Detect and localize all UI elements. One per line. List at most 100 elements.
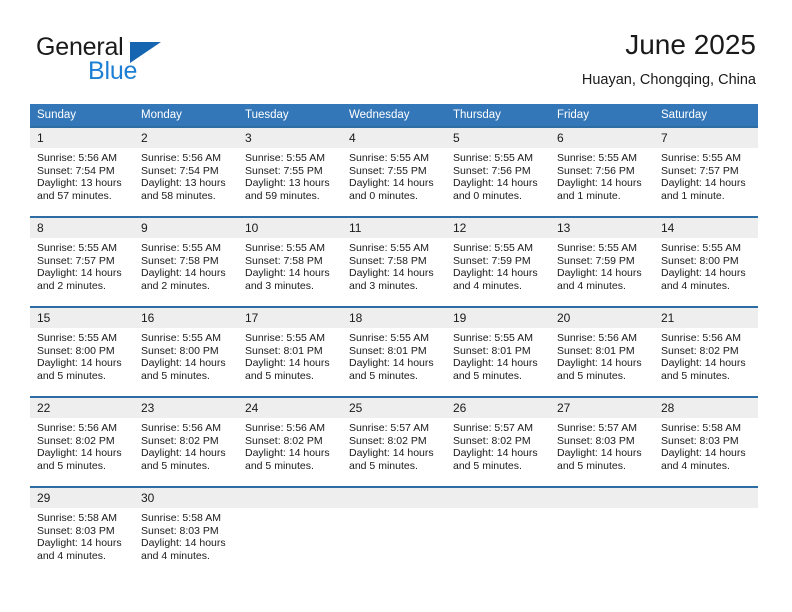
sunset-text: Sunset: 7:58 PM — [349, 254, 427, 267]
calendar-day-cell[interactable]: 29 Sunrise: 5:58 AM Sunset: 8:03 PM Dayligh… — [30, 486, 134, 576]
daylight-text-line1: Daylight: 14 hours — [141, 267, 226, 280]
general-blue-logo[interactable]: General Blue — [36, 33, 236, 85]
sunset-text: Sunset: 7:58 PM — [245, 254, 323, 267]
calendar-day-cell[interactable]: 2 Sunrise: 5:56 AM Sunset: 7:54 PM Daylight… — [134, 126, 238, 216]
daylight-text-line2: and 3 minutes. — [245, 279, 314, 292]
daylight-text-line1: Daylight: 14 hours — [661, 357, 746, 370]
empty-cell-body — [446, 486, 550, 576]
day-cell-body: 11 Sunrise: 5:55 AM Sunset: 7:58 PM Dayligh… — [342, 216, 446, 306]
calendar-day-cell[interactable]: 19 Sunrise: 5:55 AM Sunset: 8:01 PM Dayligh… — [446, 306, 550, 396]
empty-cell-body — [550, 486, 654, 576]
calendar-day-cell[interactable]: 27 Sunrise: 5:57 AM Sunset: 8:03 PM Dayligh… — [550, 396, 654, 486]
day-details: Sunrise: 5:58 AM Sunset: 8:03 PM Daylight:… — [30, 508, 134, 562]
sunset-text: Sunset: 7:54 PM — [141, 164, 219, 177]
sunset-text: Sunset: 8:02 PM — [245, 434, 323, 447]
daylight-text-line1: Daylight: 14 hours — [453, 177, 538, 190]
daylight-text-line1: Daylight: 14 hours — [557, 177, 642, 190]
weekday-header-thursday: Thursday — [446, 104, 550, 126]
calendar-header-row: Sunday Monday Tuesday Wednesday Thursday… — [30, 104, 758, 126]
calendar-day-cell[interactable]: 28 Sunrise: 5:58 AM Sunset: 8:03 PM Dayligh… — [654, 396, 758, 486]
day-details: Sunrise: 5:57 AM Sunset: 8:02 PM Daylight:… — [446, 418, 550, 472]
day-cell-body: 9 Sunrise: 5:55 AM Sunset: 7:58 PM Daylight… — [134, 216, 238, 306]
daylight-text-line2: and 58 minutes. — [141, 189, 216, 202]
weekday-header-saturday: Saturday — [654, 104, 758, 126]
calendar-day-cell[interactable]: 5 Sunrise: 5:55 AM Sunset: 7:56 PM Daylight… — [446, 126, 550, 216]
day-details: Sunrise: 5:55 AM Sunset: 7:57 PM Daylight:… — [30, 238, 134, 292]
calendar-empty-cell — [654, 486, 758, 576]
day-details: Sunrise: 5:55 AM Sunset: 7:58 PM Daylight:… — [134, 238, 238, 292]
sunset-text: Sunset: 8:00 PM — [661, 254, 739, 267]
sunrise-text: Sunrise: 5:56 AM — [37, 152, 117, 164]
weekday-header-friday: Friday — [550, 104, 654, 126]
calendar-day-cell[interactable]: 23 Sunrise: 5:56 AM Sunset: 8:02 PM Dayligh… — [134, 396, 238, 486]
day-cell-body: 26 Sunrise: 5:57 AM Sunset: 8:02 PM Dayligh… — [446, 396, 550, 486]
calendar-day-cell[interactable]: 12 Sunrise: 5:55 AM Sunset: 7:59 PM Dayligh… — [446, 216, 550, 306]
day-details: Sunrise: 5:55 AM Sunset: 8:00 PM Daylight:… — [30, 328, 134, 382]
day-number: 22 — [30, 398, 134, 418]
calendar-day-cell[interactable]: 21 Sunrise: 5:56 AM Sunset: 8:02 PM Dayligh… — [654, 306, 758, 396]
daylight-text-line1: Daylight: 14 hours — [245, 447, 330, 460]
calendar-day-cell[interactable]: 9 Sunrise: 5:55 AM Sunset: 7:58 PM Daylight… — [134, 216, 238, 306]
calendar-day-cell[interactable]: 15 Sunrise: 5:55 AM Sunset: 8:00 PM Dayligh… — [30, 306, 134, 396]
day-cell-body: 4 Sunrise: 5:55 AM Sunset: 7:55 PM Daylight… — [342, 126, 446, 216]
calendar-day-cell[interactable]: 1 Sunrise: 5:56 AM Sunset: 7:54 PM Daylight… — [30, 126, 134, 216]
day-details: Sunrise: 5:55 AM Sunset: 8:01 PM Daylight:… — [342, 328, 446, 382]
daylight-text-line2: and 4 minutes. — [661, 459, 730, 472]
daylight-text-line2: and 5 minutes. — [141, 459, 210, 472]
day-details: Sunrise: 5:58 AM Sunset: 8:03 PM Daylight:… — [134, 508, 238, 562]
day-cell-body: 6 Sunrise: 5:55 AM Sunset: 7:56 PM Daylight… — [550, 126, 654, 216]
calendar-day-cell[interactable]: 22 Sunrise: 5:56 AM Sunset: 8:02 PM Dayligh… — [30, 396, 134, 486]
calendar-day-cell[interactable]: 24 Sunrise: 5:56 AM Sunset: 8:02 PM Dayligh… — [238, 396, 342, 486]
day-number: 15 — [30, 308, 134, 328]
daylight-text-line2: and 59 minutes. — [245, 189, 320, 202]
calendar-page: General Blue June 2025 Huayan, Chongqing… — [0, 0, 792, 612]
calendar-day-cell[interactable]: 3 Sunrise: 5:55 AM Sunset: 7:55 PM Daylight… — [238, 126, 342, 216]
sunset-text: Sunset: 8:01 PM — [349, 344, 427, 357]
calendar-day-cell[interactable]: 25 Sunrise: 5:57 AM Sunset: 8:02 PM Dayligh… — [342, 396, 446, 486]
calendar-day-cell[interactable]: 4 Sunrise: 5:55 AM Sunset: 7:55 PM Daylight… — [342, 126, 446, 216]
day-cell-body: 8 Sunrise: 5:55 AM Sunset: 7:57 PM Daylight… — [30, 216, 134, 306]
day-details: Sunrise: 5:55 AM Sunset: 7:56 PM Daylight:… — [550, 148, 654, 202]
day-number: 30 — [134, 488, 238, 508]
empty-cell-body — [238, 486, 342, 576]
daylight-text-line1: Daylight: 14 hours — [453, 267, 538, 280]
day-cell-body: 28 Sunrise: 5:58 AM Sunset: 8:03 PM Dayligh… — [654, 396, 758, 486]
sunrise-text: Sunrise: 5:56 AM — [141, 422, 221, 434]
calendar-day-cell[interactable]: 14 Sunrise: 5:55 AM Sunset: 8:00 PM Dayligh… — [654, 216, 758, 306]
day-details: Sunrise: 5:56 AM Sunset: 8:02 PM Daylight:… — [238, 418, 342, 472]
day-cell-body: 27 Sunrise: 5:57 AM Sunset: 8:03 PM Dayligh… — [550, 396, 654, 486]
calendar-day-cell[interactable]: 6 Sunrise: 5:55 AM Sunset: 7:56 PM Daylight… — [550, 126, 654, 216]
calendar-day-cell[interactable]: 11 Sunrise: 5:55 AM Sunset: 7:58 PM Dayligh… — [342, 216, 446, 306]
sunrise-text: Sunrise: 5:56 AM — [661, 332, 741, 344]
calendar-day-cell[interactable]: 16 Sunrise: 5:55 AM Sunset: 8:00 PM Dayligh… — [134, 306, 238, 396]
daylight-text-line1: Daylight: 13 hours — [245, 177, 330, 190]
daylight-text-line2: and 5 minutes. — [453, 369, 522, 382]
calendar-empty-cell — [446, 486, 550, 576]
calendar-day-cell[interactable]: 18 Sunrise: 5:55 AM Sunset: 8:01 PM Dayligh… — [342, 306, 446, 396]
day-number: 20 — [550, 308, 654, 328]
calendar-day-cell[interactable]: 8 Sunrise: 5:55 AM Sunset: 7:57 PM Daylight… — [30, 216, 134, 306]
sunset-text: Sunset: 8:03 PM — [661, 434, 739, 447]
daylight-text-line1: Daylight: 14 hours — [349, 447, 434, 460]
calendar-day-cell[interactable]: 20 Sunrise: 5:56 AM Sunset: 8:01 PM Dayligh… — [550, 306, 654, 396]
daylight-text-line2: and 4 minutes. — [141, 549, 210, 562]
calendar-day-cell[interactable]: 10 Sunrise: 5:55 AM Sunset: 7:58 PM Dayligh… — [238, 216, 342, 306]
sunset-text: Sunset: 7:56 PM — [453, 164, 531, 177]
daylight-text-line1: Daylight: 14 hours — [661, 447, 746, 460]
calendar-day-cell[interactable]: 17 Sunrise: 5:55 AM Sunset: 8:01 PM Dayligh… — [238, 306, 342, 396]
calendar-day-cell[interactable]: 26 Sunrise: 5:57 AM Sunset: 8:02 PM Dayligh… — [446, 396, 550, 486]
day-number: 2 — [134, 128, 238, 148]
day-details: Sunrise: 5:55 AM Sunset: 7:58 PM Daylight:… — [238, 238, 342, 292]
calendar-day-cell[interactable]: 30 Sunrise: 5:58 AM Sunset: 8:03 PM Dayligh… — [134, 486, 238, 576]
calendar-day-cell[interactable]: 13 Sunrise: 5:55 AM Sunset: 7:59 PM Dayligh… — [550, 216, 654, 306]
weekday-header-tuesday: Tuesday — [238, 104, 342, 126]
day-number: 11 — [342, 218, 446, 238]
sunrise-text: Sunrise: 5:56 AM — [141, 152, 221, 164]
sunrise-text: Sunrise: 5:55 AM — [141, 242, 221, 254]
calendar-day-cell[interactable]: 7 Sunrise: 5:55 AM Sunset: 7:57 PM Daylight… — [654, 126, 758, 216]
day-number: 25 — [342, 398, 446, 418]
day-number-placeholder — [654, 488, 758, 508]
day-cell-body: 17 Sunrise: 5:55 AM Sunset: 8:01 PM Dayligh… — [238, 306, 342, 396]
daylight-text-line1: Daylight: 13 hours — [37, 177, 122, 190]
sunset-text: Sunset: 8:02 PM — [141, 434, 219, 447]
